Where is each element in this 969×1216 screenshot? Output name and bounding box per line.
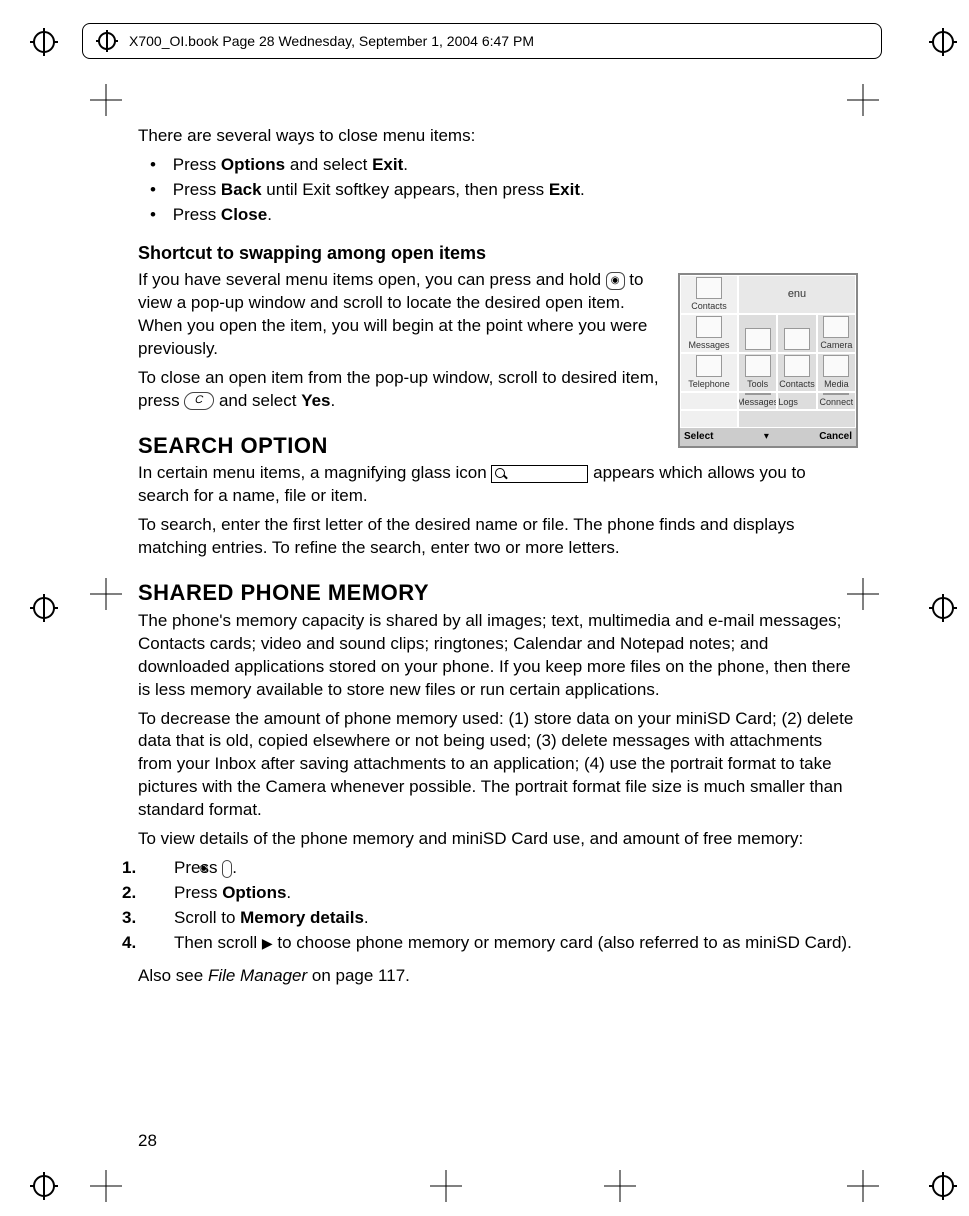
- memory-steps-list: 1.Press . 2.Press Options. 3.Scroll to M…: [138, 857, 858, 955]
- fig-cell: Tools: [738, 353, 777, 392]
- list-item: 2.Press Options.: [150, 882, 858, 905]
- reg-mark-icon: [929, 28, 957, 56]
- memory-para-1: The phone's memory capacity is shared by…: [138, 610, 858, 702]
- crop-info-bar: X700_OI.book Page 28 Wednesday, Septembe…: [82, 23, 882, 59]
- fig-side-messages: Messages: [680, 314, 738, 353]
- crop-info-text: X700_OI.book Page 28 Wednesday, Septembe…: [129, 32, 534, 51]
- fig-softkeys: Select ▾ Cancel: [680, 428, 856, 446]
- fig-cell: Camera: [817, 314, 856, 353]
- search-para-2: To search, enter the first letter of the…: [138, 514, 858, 560]
- memory-para-3: To view details of the phone memory and …: [138, 828, 858, 851]
- list-item: 1.Press .: [150, 857, 858, 880]
- fig-cell: Connect: [817, 392, 856, 410]
- reg-mark-icon: [30, 1172, 58, 1200]
- fig-side-empty: [680, 410, 738, 428]
- list-item: 3.Scroll to Memory details.: [150, 907, 858, 930]
- fig-cell: Contacts: [777, 353, 816, 392]
- fig-cell: Messages: [738, 392, 777, 410]
- menu-key-icon: [606, 272, 625, 290]
- fig-side-contacts: Contacts: [680, 275, 738, 314]
- reg-mark-icon: [30, 28, 58, 56]
- shortcut-heading: Shortcut to swapping among open items: [138, 241, 858, 265]
- list-item: Press Back until Exit softkey appears, t…: [150, 179, 858, 202]
- memory-heading: SHARED PHONE MEMORY: [138, 578, 858, 608]
- list-item: Press Options and select Exit.: [150, 154, 858, 177]
- list-item: Press Close.: [150, 204, 858, 227]
- magnifying-glass-icon: [491, 465, 588, 483]
- search-para-1: In certain menu items, a magnifying glas…: [138, 462, 858, 508]
- page-number: 28: [138, 1130, 157, 1153]
- right-arrow-icon: ▶: [262, 935, 273, 951]
- menu-key-icon: [222, 860, 232, 878]
- down-arrow-icon: ▾: [764, 430, 769, 444]
- fig-cell: Call Logs: [777, 392, 816, 410]
- reg-mark-icon: [93, 27, 121, 55]
- reg-mark-icon: [929, 594, 957, 622]
- fig-side-empty: [680, 392, 738, 410]
- memory-para-2: To decrease the amount of phone memory u…: [138, 708, 858, 823]
- fig-title: enu: [738, 275, 856, 314]
- list-item: 4.Then scroll ▶ to choose phone memory o…: [150, 932, 858, 955]
- fig-softkey-left: Select: [684, 430, 713, 444]
- fig-cell: [777, 314, 816, 353]
- fig-side-telephone: Telephone: [680, 353, 738, 392]
- fig-cell: Media: [817, 353, 856, 392]
- fig-cell: [738, 410, 856, 428]
- c-key-icon: C: [183, 392, 215, 410]
- phone-menu-figure: Contacts enu Messages Camera Telephone T…: [678, 273, 858, 448]
- close-methods-list: Press Options and select Exit. Press Bac…: [138, 154, 858, 227]
- reg-mark-icon: [30, 594, 58, 622]
- fig-cell: [738, 314, 777, 353]
- reg-mark-icon: [929, 1172, 957, 1200]
- intro-text: There are several ways to close menu ite…: [138, 125, 858, 148]
- fig-softkey-right: Cancel: [819, 430, 852, 444]
- page-body: There are several ways to close menu ite…: [138, 125, 858, 994]
- also-see: Also see File Manager on page 117.: [138, 965, 858, 988]
